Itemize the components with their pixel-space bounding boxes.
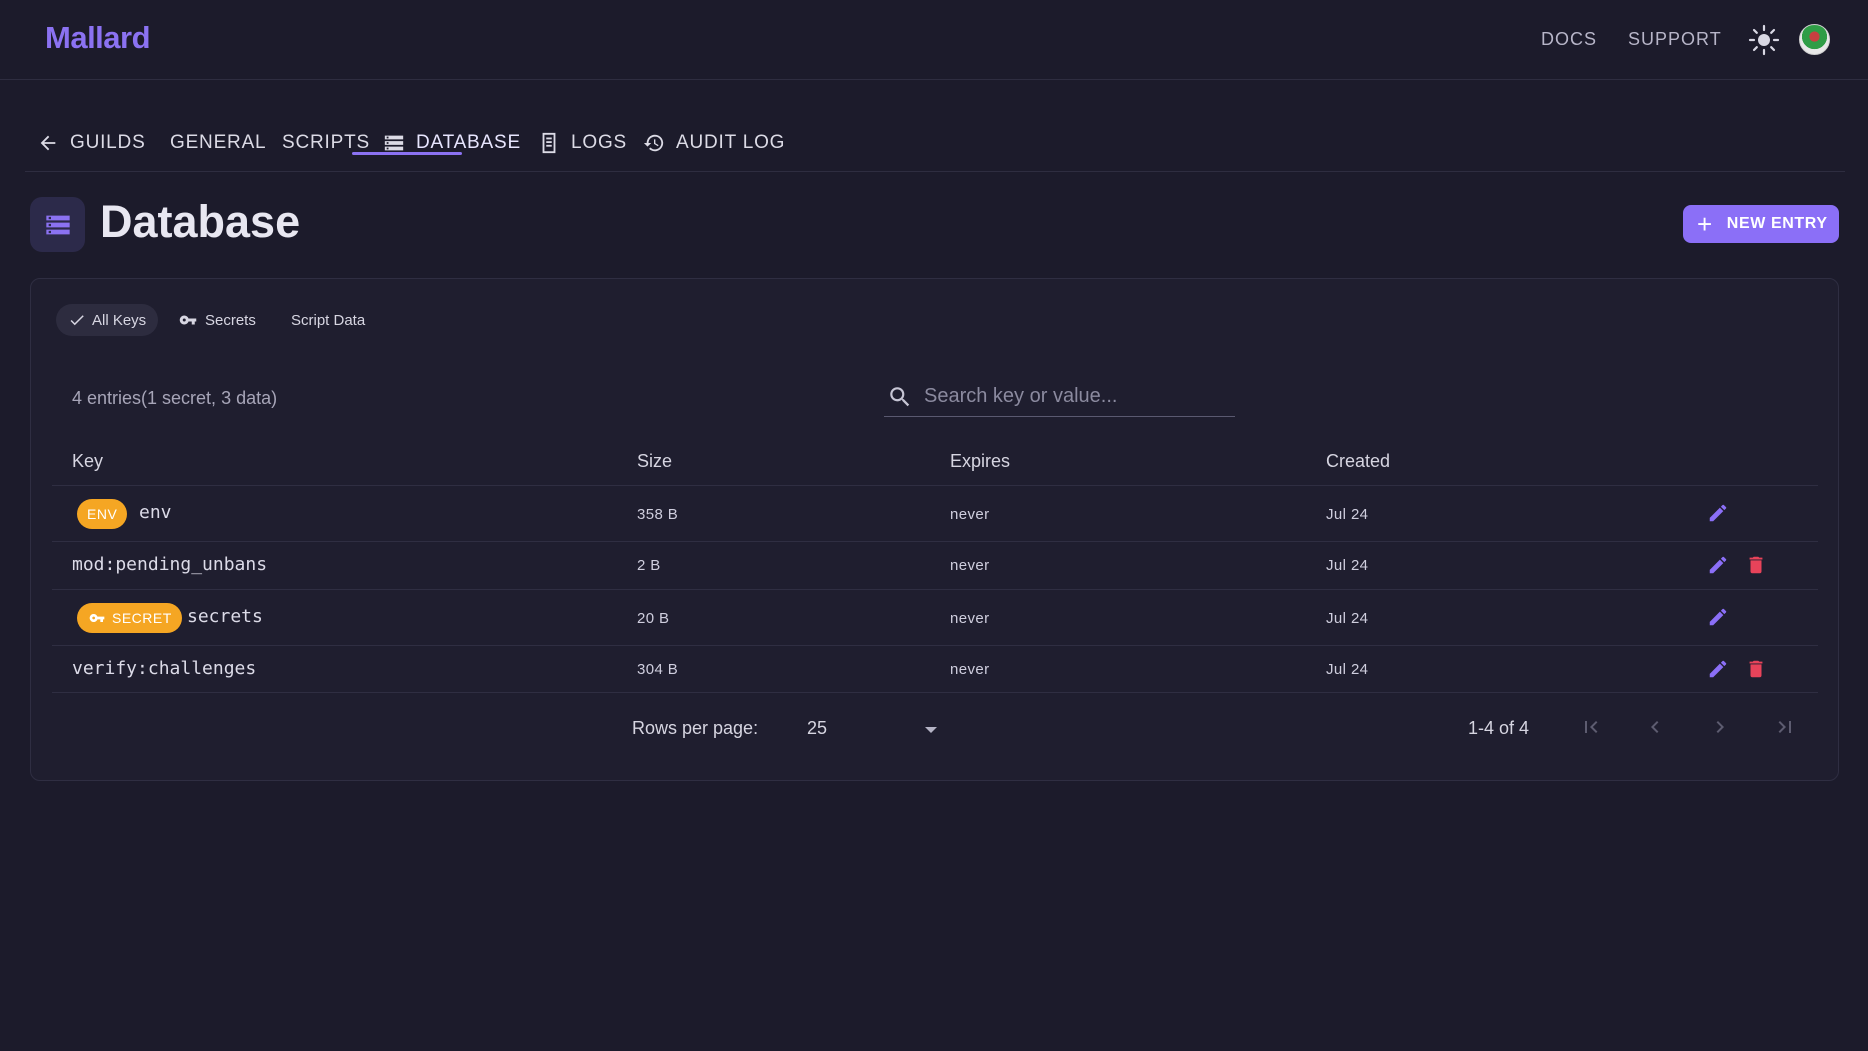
tab-label: AUDIT LOG (676, 132, 786, 153)
app-logo[interactable]: Mallard (45, 20, 151, 56)
active-tab-indicator (352, 152, 462, 155)
key-icon (179, 315, 197, 325)
tab-scripts[interactable]: SCRIPTS (282, 120, 370, 166)
filter-secrets[interactable]: Secrets (165, 304, 268, 336)
edit-icon[interactable] (1704, 551, 1732, 579)
size-value: 304 B (637, 661, 679, 678)
history-icon (643, 134, 664, 152)
last-page-icon[interactable] (1765, 707, 1805, 747)
tab-label: GENERAL (170, 132, 267, 153)
chevron-down-icon (925, 727, 937, 733)
tab-label: SCRIPTS (282, 132, 370, 153)
edit-icon[interactable] (1704, 499, 1732, 527)
page-title: Database (100, 196, 301, 247)
tab-label: LOGS (571, 132, 627, 153)
key-name: mod:pending_unbans (72, 554, 268, 575)
database-card: All Keys Secrets Script Data 4 entries(1… (30, 278, 1839, 781)
size-value: 2 B (637, 557, 661, 574)
tab-database[interactable]: DATABASE (383, 120, 521, 166)
arrow-left-icon (40, 135, 56, 151)
edit-icon[interactable] (1704, 655, 1732, 683)
expires-value: never (950, 557, 990, 574)
filter-script-data[interactable]: Script Data (279, 304, 377, 336)
badge-label: ENV (87, 506, 118, 522)
delete-icon[interactable] (1742, 655, 1770, 683)
expires-value: never (950, 661, 990, 678)
check-icon (70, 315, 84, 326)
created-value: Jul 24 (1326, 557, 1369, 574)
tab-general[interactable]: GENERAL (170, 120, 266, 166)
size-value: 358 B (637, 506, 679, 523)
table-row[interactable]: mod:pending_unbans 2 B never Jul 24 (52, 541, 1818, 589)
size-value: 20 B (637, 610, 670, 627)
expires-value: never (950, 610, 990, 627)
tab-guilds[interactable]: GUILDS (37, 120, 146, 166)
user-avatar[interactable] (1799, 24, 1830, 55)
entries-summary: 4 entries(1 secret, 3 data) (72, 388, 278, 408)
docs-link[interactable]: DOCS (1541, 29, 1597, 50)
page-range: 1-4 of 4 (1468, 718, 1530, 738)
delete-icon[interactable] (1742, 551, 1770, 579)
logs-icon (542, 132, 556, 154)
search-field (884, 375, 1235, 417)
filter-label: Script Data (291, 311, 366, 329)
search-input[interactable] (924, 381, 1224, 411)
key-icon (89, 614, 105, 622)
next-page-icon[interactable] (1700, 707, 1740, 747)
created-value: Jul 24 (1326, 661, 1369, 678)
column-header-created[interactable]: Created (1326, 451, 1390, 472)
tab-label: GUILDS (70, 132, 146, 153)
edit-icon[interactable] (1704, 603, 1732, 631)
filter-label: Secrets (205, 311, 256, 329)
tab-audit-log[interactable]: AUDIT LOG (643, 120, 785, 166)
table-row[interactable]: SECRET secrets 20 B never Jul 24 (52, 589, 1818, 645)
rows-per-page-value: 25 (807, 718, 828, 738)
table-row[interactable]: verify:challenges 304 B never Jul 24 (52, 645, 1818, 693)
top-bar: Mallard DOCS SUPPORT (0, 0, 1868, 80)
key-name: env (139, 502, 172, 523)
tab-label: DATABASE (416, 132, 521, 153)
tab-logs[interactable]: LOGS (538, 120, 627, 166)
key-name: secrets (187, 606, 263, 627)
filter-label: All Keys (92, 311, 147, 329)
first-page-icon[interactable] (1571, 707, 1611, 747)
key-name: verify:challenges (72, 658, 257, 679)
column-header-size[interactable]: Size (637, 451, 672, 472)
new-entry-button[interactable]: + NEW ENTRY (1683, 205, 1839, 243)
plus-icon: + (1697, 209, 1713, 239)
database-icon (30, 197, 85, 252)
secret-badge: SECRET (77, 603, 182, 633)
sun-icon[interactable] (1748, 24, 1780, 56)
env-badge: ENV (77, 499, 128, 529)
rows-per-page-select[interactable]: 25 (807, 713, 977, 745)
search-icon (890, 387, 910, 407)
support-link[interactable]: SUPPORT (1628, 29, 1722, 50)
column-header-key[interactable]: Key (72, 451, 103, 472)
guild-tabs: GUILDS GENERAL SCRIPTS DATABASE LOGS AUD… (25, 110, 1845, 172)
created-value: Jul 24 (1326, 610, 1369, 627)
expires-value: never (950, 506, 990, 523)
previous-page-icon[interactable] (1635, 707, 1675, 747)
filter-all-keys[interactable]: All Keys (56, 304, 159, 336)
created-value: Jul 24 (1326, 506, 1369, 523)
rows-per-page-label: Rows per page: (632, 718, 759, 738)
badge-label: SECRET (112, 610, 172, 626)
database-icon (384, 135, 404, 151)
column-header-expires[interactable]: Expires (950, 451, 1010, 472)
new-entry-label: NEW ENTRY (1726, 215, 1828, 232)
table-row[interactable]: ENV env 358 B never Jul 24 (52, 485, 1818, 541)
